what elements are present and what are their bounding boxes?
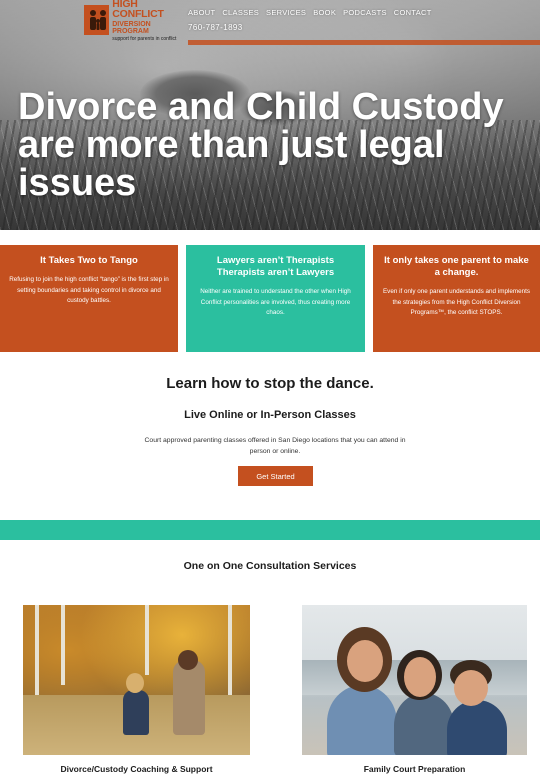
family-court-caption[interactable]: Family Court Preparation [302, 764, 527, 774]
boy-figure [447, 700, 507, 755]
classes-description: Court approved parenting classes offered… [144, 437, 406, 455]
nav-item-about[interactable]: ABOUT [188, 8, 215, 17]
nav-item-podcasts[interactable]: PODCASTS [343, 8, 387, 17]
parent-head [178, 650, 198, 670]
logo-subtitle: DIVERSION PROGRAM [112, 20, 151, 35]
logo-title: HIGH CONFLICT [112, 0, 164, 20]
main-nav: ABOUT CLASSES SERVICES BOOK PODCASTS CON… [188, 8, 432, 17]
child-head [126, 673, 144, 693]
family-logo-icon [84, 5, 110, 35]
tree [61, 605, 65, 685]
tree [228, 605, 232, 695]
classes-heading: Live Online or In-Person Classes [184, 409, 356, 421]
hero-title: Divorce and Child Custody are more than … [18, 86, 504, 204]
coaching-photo[interactable] [23, 605, 250, 755]
feature-body: Neither are trained to understand the ot… [200, 288, 351, 316]
nav-item-classes[interactable]: CLASSES [222, 8, 259, 17]
section-divider-band [0, 520, 540, 540]
header-divider [188, 40, 540, 45]
tree [145, 605, 149, 675]
learn-heading: Learn how to stop the dance. [166, 375, 374, 392]
consult-heading: One on One Consultation Services [183, 560, 357, 572]
logo-tagline: support for parents in conflict [112, 35, 177, 42]
boy-face [454, 670, 488, 706]
feature-body: Even if only one parent understands and … [382, 288, 531, 316]
feature-body: Refusing to join the high conflict “tang… [9, 276, 169, 304]
nav-item-services[interactable]: SERVICES [266, 8, 306, 17]
nav-item-book[interactable]: BOOK [313, 8, 336, 17]
girl-figure [327, 685, 397, 755]
hero-section: HIGH CONFLICT DIVERSION PROGRAM support … [0, 0, 540, 230]
feature-title: Lawyers aren’t Therapists Therapists are… [216, 255, 335, 278]
mother-face [404, 657, 436, 697]
parent-figure [173, 660, 205, 735]
tree [35, 605, 39, 700]
feature-title: It Takes Two to Tango [40, 255, 138, 266]
get-started-button[interactable]: Get Started [238, 466, 313, 486]
feature-box-one-parent: It only takes one parent to make a chang… [373, 245, 540, 352]
phone-number[interactable]: 760-787-1893 [188, 23, 243, 32]
mother-figure [394, 693, 454, 755]
child-figure [123, 690, 149, 735]
site-logo[interactable]: HIGH CONFLICT DIVERSION PROGRAM support … [84, 0, 184, 41]
feature-title: It only takes one parent to make a chang… [384, 255, 529, 278]
feature-box-lawyers: Lawyers aren’t Therapists Therapists are… [186, 245, 365, 352]
feature-box-tango: It Takes Two to Tango Refusing to join t… [0, 245, 178, 352]
nav-item-contact[interactable]: CONTACT [394, 8, 432, 17]
girl-face [347, 640, 383, 682]
coaching-caption[interactable]: Divorce/Custody Coaching & Support [23, 764, 250, 774]
family-court-photo[interactable] [302, 605, 527, 755]
